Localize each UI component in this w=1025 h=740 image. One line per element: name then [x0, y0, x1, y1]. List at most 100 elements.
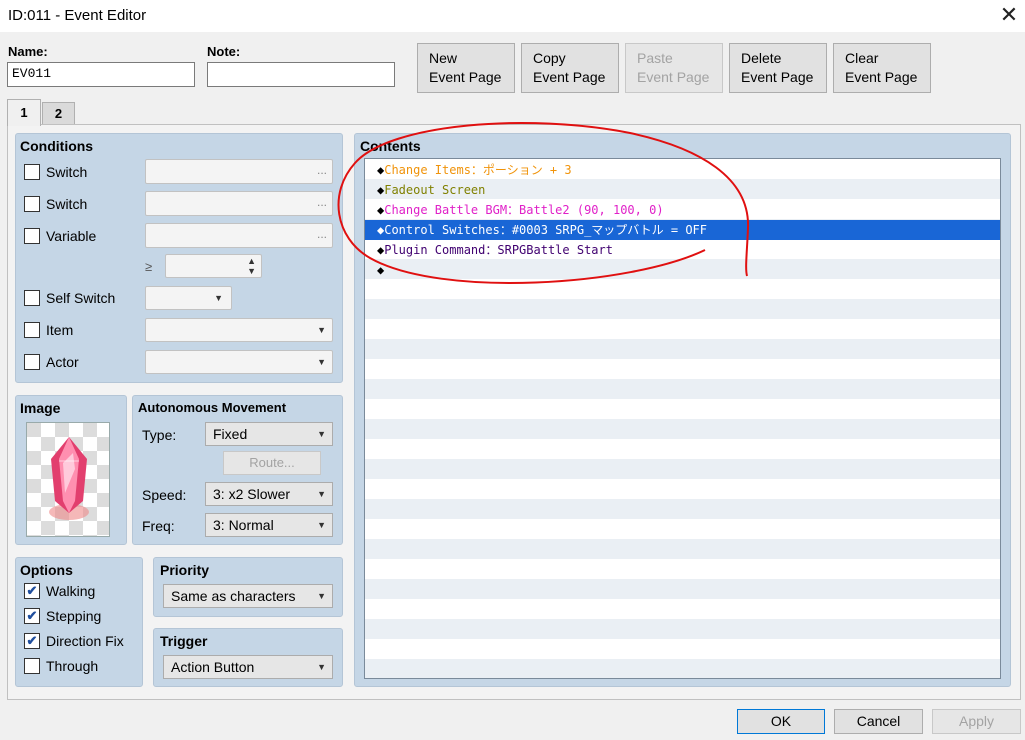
event-command-line[interactable]: ◆: [365, 260, 1000, 280]
clear-event-page-button[interactable]: Clear Event Page: [833, 43, 931, 93]
route-button[interactable]: Route...: [223, 451, 321, 475]
walking-label: Walking: [46, 583, 96, 599]
list-stripe: [365, 459, 1000, 479]
spin-up-icon: ▲: [247, 256, 256, 266]
chevron-down-icon: ▼: [317, 591, 326, 601]
list-stripe: [365, 519, 1000, 539]
list-stripe: [365, 539, 1000, 559]
list-stripe: [365, 319, 1000, 339]
event-command-text: Change Items：ポーション + 3: [384, 163, 572, 177]
list-stripe: [365, 299, 1000, 319]
new-event-page-button[interactable]: New Event Page: [417, 43, 515, 93]
delete-event-page-label-2: Event Page: [741, 69, 814, 85]
event-command-text: Fadeout Screen: [384, 183, 486, 197]
direction-fix-label: Direction Fix: [46, 633, 124, 649]
autonomous-movement-title: Autonomous Movement: [138, 400, 287, 415]
type-label: Type:: [142, 427, 177, 443]
diamond-icon: ◆: [377, 263, 385, 277]
event-command-line[interactable]: ◆Change Battle BGM：Battle2 (90, 100, 0): [365, 200, 1000, 220]
list-stripe: [365, 439, 1000, 459]
direction-fix-checkbox[interactable]: ✔: [24, 633, 40, 649]
title-bar: [0, 0, 1025, 32]
switch1-selector: ...: [145, 159, 333, 184]
chevron-down-icon: ▼: [317, 489, 326, 499]
clear-event-page-label-1: Clear: [845, 50, 879, 66]
freq-label: Freq:: [142, 518, 175, 534]
switch2-label: Switch: [46, 196, 88, 212]
stepping-checkbox[interactable]: ✔: [24, 608, 40, 624]
through-checkbox[interactable]: [24, 658, 40, 674]
crystal-sprite-icon: [49, 437, 89, 520]
item-dropdown: ▼: [145, 318, 333, 342]
ok-button[interactable]: OK: [737, 709, 825, 734]
speed-dropdown[interactable]: 3: x2 Slower ▼: [205, 482, 333, 506]
event-command-text: Plugin Command：SRPGBattle Start: [384, 243, 613, 257]
switch1-label: Switch: [46, 164, 88, 180]
apply-button[interactable]: Apply: [932, 709, 1021, 734]
self-switch-checkbox[interactable]: [24, 290, 40, 306]
switch2-ellipsis: ...: [316, 195, 327, 209]
ge-symbol: ≥: [145, 259, 153, 274]
trigger-title: Trigger: [160, 633, 208, 649]
list-stripe: [365, 579, 1000, 599]
priority-dropdown[interactable]: Same as characters ▼: [163, 584, 333, 608]
type-dropdown[interactable]: Fixed ▼: [205, 422, 333, 446]
list-stripe: [365, 499, 1000, 519]
variable-selector: ...: [145, 223, 333, 248]
switch2-checkbox[interactable]: [24, 196, 40, 212]
freq-value: 3: Normal: [213, 517, 274, 533]
switch1-ellipsis: ...: [316, 163, 327, 177]
priority-title: Priority: [160, 562, 210, 578]
through-label: Through: [46, 658, 99, 674]
cancel-button[interactable]: Cancel: [834, 709, 923, 734]
tab-page-1[interactable]: 1: [7, 99, 41, 126]
chevron-down-icon: ▼: [317, 429, 326, 439]
list-stripe: [365, 559, 1000, 579]
chevron-down-icon: ▼: [317, 357, 326, 367]
variable-value-spinner: ▲ ▼: [165, 254, 262, 278]
switch1-checkbox[interactable]: [24, 164, 40, 180]
spin-down-icon: ▼: [247, 266, 256, 276]
options-title: Options: [20, 562, 73, 578]
tab-page-2[interactable]: 2: [42, 102, 75, 124]
list-stripe: [365, 279, 1000, 299]
stepping-label: Stepping: [46, 608, 102, 624]
freq-dropdown[interactable]: 3: Normal ▼: [205, 513, 333, 537]
trigger-dropdown[interactable]: Action Button ▼: [163, 655, 333, 679]
clear-event-page-label-2: Event Page: [845, 69, 918, 85]
priority-value: Same as characters: [171, 588, 296, 604]
item-checkbox[interactable]: [24, 322, 40, 338]
event-command-line[interactable]: ◆Control Switches：#0003 SRPG_マップバトル = OF…: [365, 220, 1000, 240]
list-stripe: [365, 659, 1000, 678]
delete-event-page-button[interactable]: Delete Event Page: [729, 43, 827, 93]
event-command-list[interactable]: ◆Change Items：ポーション + 3 ◆Fadeout Screen ◆C…: [364, 158, 1001, 679]
paste-event-page-button[interactable]: Paste Event Page: [625, 43, 723, 93]
switch2-selector: ...: [145, 191, 333, 216]
event-command-line[interactable]: ◆Plugin Command：SRPGBattle Start: [365, 240, 1000, 260]
note-label: Note:: [207, 44, 241, 59]
self-switch-label: Self Switch: [46, 290, 116, 306]
name-input[interactable]: EV011: [7, 62, 195, 87]
list-stripe: [365, 479, 1000, 499]
paste-event-page-label-1: Paste: [637, 50, 673, 66]
note-input[interactable]: [207, 62, 395, 87]
event-command-line[interactable]: ◆Fadeout Screen: [365, 180, 1000, 200]
chevron-down-icon: ▼: [317, 662, 326, 672]
walking-checkbox[interactable]: ✔: [24, 583, 40, 599]
copy-event-page-label-1: Copy: [533, 50, 566, 66]
variable-checkbox[interactable]: [24, 228, 40, 244]
list-stripe: [365, 359, 1000, 379]
list-stripe: [365, 399, 1000, 419]
event-command-line[interactable]: ◆Change Items：ポーション + 3: [365, 160, 1000, 180]
self-switch-dropdown: ▼: [145, 286, 232, 310]
copy-event-page-button[interactable]: Copy Event Page: [521, 43, 619, 93]
event-image-preview[interactable]: [26, 422, 110, 537]
list-stripe: [365, 619, 1000, 639]
event-command-text: Change Battle BGM：Battle2 (90, 100, 0): [384, 203, 664, 217]
variable-label: Variable: [46, 228, 97, 244]
actor-checkbox[interactable]: [24, 354, 40, 370]
chevron-down-icon: ▼: [214, 293, 223, 303]
list-stripe: [365, 379, 1000, 399]
actor-label: Actor: [46, 354, 79, 370]
close-icon[interactable]: ✕: [996, 2, 1022, 28]
